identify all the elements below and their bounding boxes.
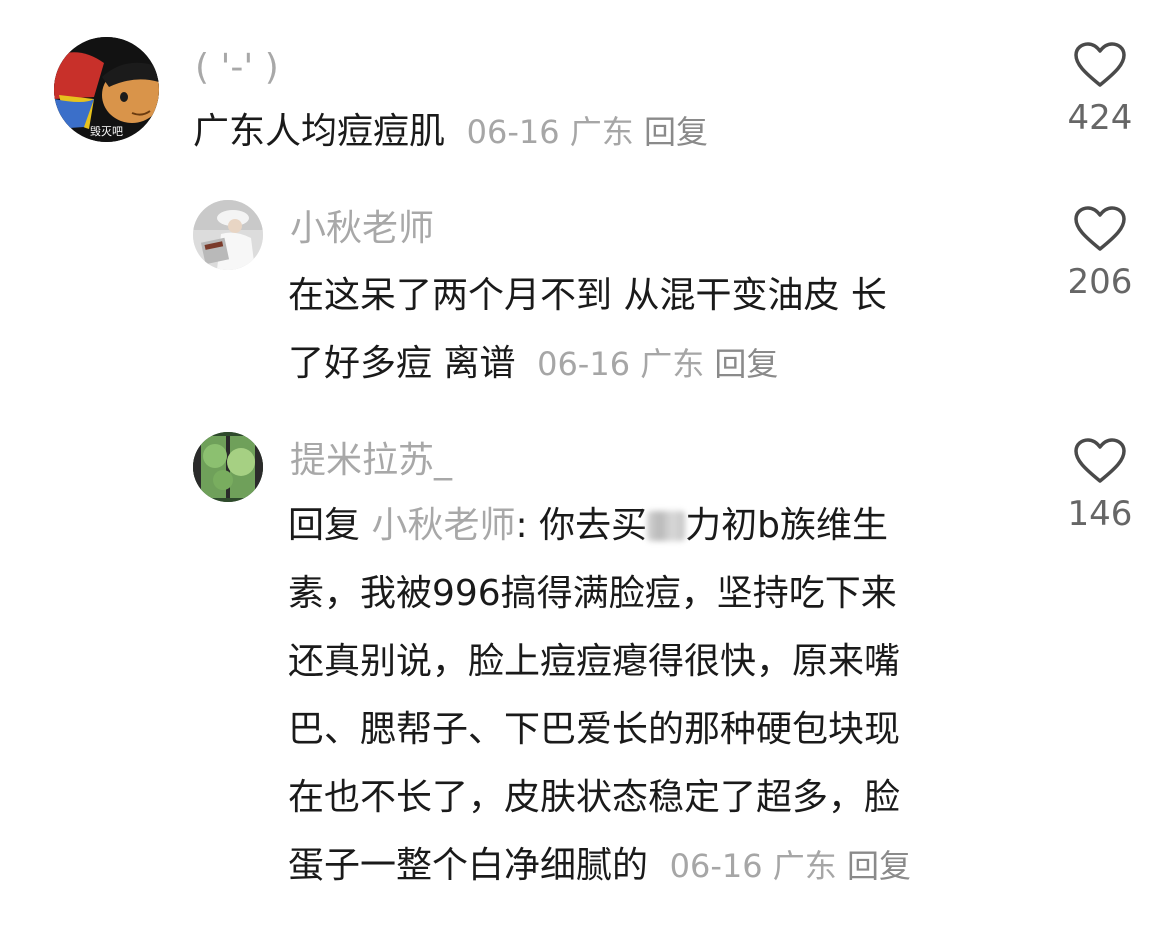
- comment-content: 蛋子一整个白净细腻的: [288, 845, 649, 886]
- username[interactable]: ( '-' ): [195, 50, 279, 86]
- avatar[interactable]: [193, 432, 263, 502]
- mention-colon: :: [515, 505, 528, 546]
- reply-button[interactable]: 回复: [644, 113, 708, 151]
- comment-line: 在这呆了两个月不到 从混干变油皮 长: [288, 275, 887, 316]
- heart-icon: [1074, 42, 1126, 87]
- comment-line: 在也不长了，皮肤状态稳定了超多，脸: [288, 777, 901, 818]
- comment-date: 06-16: [466, 113, 560, 151]
- comment-line-first: 回复 小秋老师: 你去买 力初b族维生: [288, 492, 1028, 560]
- comment-line: 巴、腮帮子、下巴爱长的那种硬包块现: [288, 709, 901, 750]
- reply-button[interactable]: 回复: [714, 345, 778, 383]
- comment-content: 广东人均痘痘肌: [193, 111, 446, 152]
- comment-line: 还真别说，脸上痘痘瘪得很快，原来嘴: [288, 641, 901, 682]
- heart-icon: [1074, 206, 1126, 251]
- like-button[interactable]: 424: [1060, 42, 1140, 138]
- comment-text: 广东人均痘痘肌 06-16 广东 回复: [193, 98, 1013, 166]
- comment-location: 广东: [569, 113, 634, 151]
- comment-meta: 06-16 广东 回复: [527, 345, 778, 383]
- like-count: 206: [1067, 262, 1133, 302]
- comment-meta: 06-16 广东 回复: [456, 113, 708, 151]
- comment-date: 06-16: [537, 345, 631, 383]
- comment-content: 力初b族维生: [685, 505, 888, 546]
- avatar[interactable]: 毁灭吧: [54, 37, 159, 142]
- like-button[interactable]: 206: [1060, 206, 1140, 302]
- plant-window-avatar-icon: [193, 432, 263, 502]
- like-count: 146: [1067, 494, 1133, 534]
- like-count: 424: [1067, 98, 1133, 138]
- comment-line-last: 了好多痘 离谱 06-16 广东 回复: [288, 330, 1028, 398]
- username[interactable]: 小秋老师: [290, 211, 434, 247]
- comment-text: 在这呆了两个月不到 从混干变油皮 长 了好多痘 离谱 06-16 广东 回复: [288, 262, 1028, 398]
- comment-meta: 06-16 广东 回复: [659, 847, 911, 885]
- mention-link[interactable]: 小秋老师: [371, 505, 515, 546]
- comment-location: 广东: [772, 847, 837, 885]
- username[interactable]: 提米拉苏_: [290, 443, 452, 479]
- reply-prefix: 回复: [288, 505, 361, 546]
- comment-line: 素，我被996搞得满脸痘，坚持吃下来: [288, 573, 897, 614]
- heart-icon: [1074, 438, 1126, 483]
- comment-content: 了好多痘 离谱: [288, 343, 516, 384]
- reply-button[interactable]: 回复: [847, 847, 911, 885]
- blurred-brand: [647, 511, 686, 541]
- comment-line-last: 蛋子一整个白净细腻的 06-16 广东 回复: [288, 832, 1028, 900]
- comment-text: 回复 小秋老师: 你去买 力初b族维生 素，我被996搞得满脸痘，坚持吃下来 还真…: [288, 492, 1028, 900]
- avatar[interactable]: [193, 200, 263, 270]
- comment-content: 你去买: [539, 505, 648, 546]
- like-button[interactable]: 146: [1060, 438, 1140, 534]
- person-reading-avatar-icon: [193, 200, 263, 270]
- comment-location: 广东: [640, 345, 705, 383]
- avatar-caption: 毁灭吧: [90, 125, 123, 138]
- comment-date: 06-16: [669, 847, 763, 885]
